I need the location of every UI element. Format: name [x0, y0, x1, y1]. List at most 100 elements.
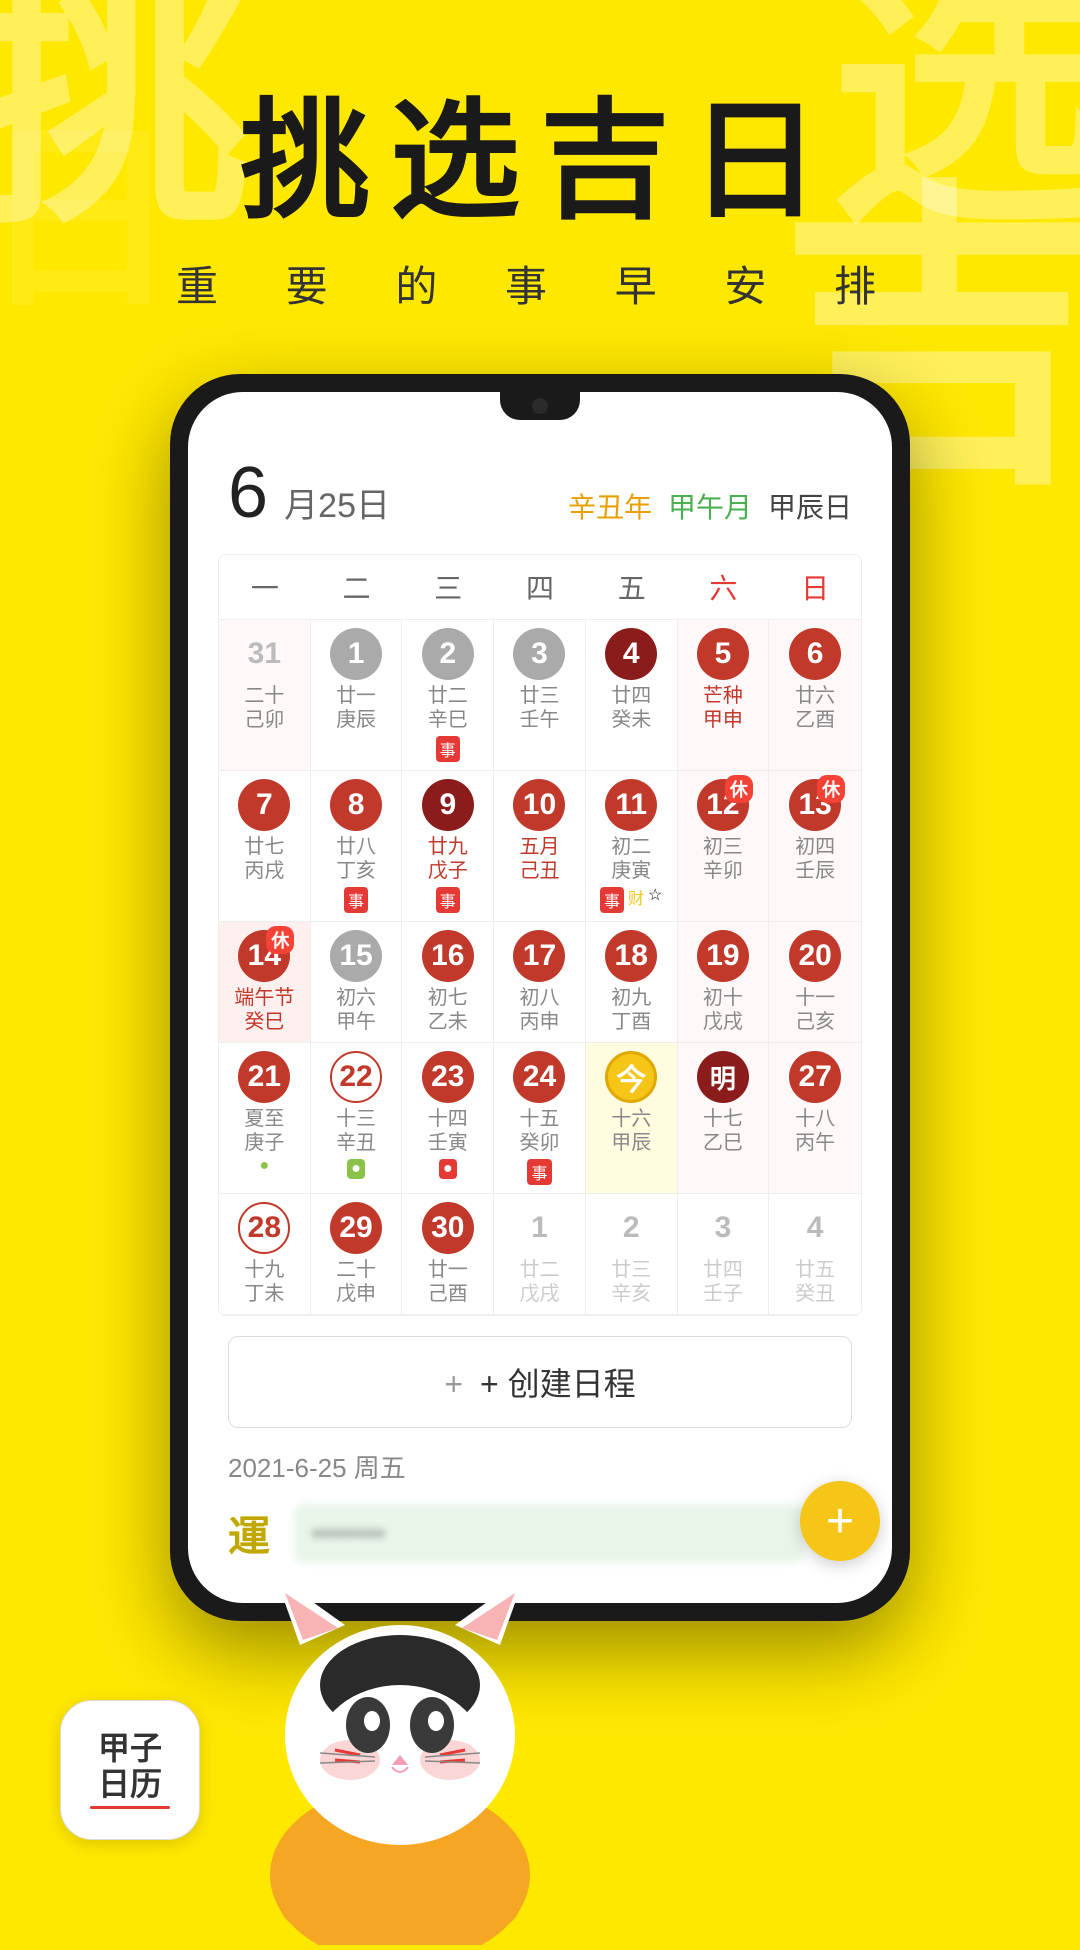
cal-cell-16[interactable]: 16 初七乙未 — [402, 922, 494, 1043]
weekday-headers: 一 二 三 四 五 六 日 — [219, 555, 861, 620]
day-5-lunar: 芒种甲申 — [703, 684, 743, 732]
day-24-badge: 事 — [527, 1159, 551, 1185]
cal-cell-19[interactable]: 19 初十戊戌 — [678, 922, 770, 1043]
day-18-lunar: 初九丁酉 — [611, 986, 651, 1034]
cal-cell-27[interactable]: 27 十八丙午 — [769, 1043, 861, 1194]
headline: 挑选吉日 重 要 的 事 早 安 排 — [176, 90, 904, 314]
day-9-lunar: 廿九戊子 — [428, 835, 468, 883]
cal-cell-23[interactable]: 23 十四壬寅 ● — [402, 1043, 494, 1194]
day-2-lunar: 廿二辛巳 — [428, 684, 468, 732]
lunar-info: 辛丑年 甲午月 甲辰日 — [568, 486, 852, 526]
day-24: 24 — [513, 1051, 565, 1103]
day-6-lunar: 廿六乙酉 — [795, 684, 835, 732]
phone-mockup: 6 月25日 辛丑年 甲午月 甲辰日 一 — [170, 374, 910, 1621]
cal-cell-next-2[interactable]: 2 廿三辛亥 — [586, 1194, 678, 1315]
cal-cell-22[interactable]: 22 十三辛丑 ● — [311, 1043, 403, 1194]
day-19-lunar: 初十戊戌 — [703, 986, 743, 1034]
cal-cell-2[interactable]: 2 廿二辛巳 事 — [402, 620, 494, 771]
day-10-lunar: 五月己丑 — [519, 835, 559, 883]
cal-cell-21[interactable]: 21 夏至庚子 ● — [219, 1043, 311, 1194]
cal-cell-11[interactable]: 11 初二庚寅 事 财 ☆ — [586, 771, 678, 922]
day-18: 18 — [605, 930, 657, 982]
cal-cell-18[interactable]: 18 初九丁酉 — [586, 922, 678, 1043]
day-next-1: 1 — [513, 1202, 565, 1254]
day-1-lunar: 廿一庚辰 — [336, 684, 376, 732]
day-14-holiday-badge: 休 — [266, 926, 294, 954]
day-28-lunar: 十九丁未 — [244, 1258, 284, 1306]
day-12: 12 休 — [697, 779, 749, 831]
cal-cell-17[interactable]: 17 初八丙申 — [494, 922, 586, 1043]
day-9: 9 — [422, 779, 474, 831]
weekday-mon: 一 — [219, 555, 311, 619]
cal-cell-next-4[interactable]: 4 廿五癸丑 — [769, 1194, 861, 1315]
day-14: 14 休 — [238, 930, 290, 982]
cal-cell-31[interactable]: 31 二十己卯 — [219, 620, 311, 771]
weekday-thu: 四 — [494, 555, 586, 619]
day-8-badge: 事 — [344, 887, 368, 913]
camera-icon — [532, 398, 548, 414]
day-8-lunar: 廿八丁亥 — [336, 835, 376, 883]
cal-cell-13[interactable]: 13 休 初四壬辰 — [769, 771, 861, 922]
day-23-badge: ● — [439, 1159, 457, 1179]
day-21-lunar: 夏至庚子 — [244, 1107, 284, 1155]
app-icon[interactable]: 甲子 日历 — [60, 1700, 200, 1840]
calendar-grid: 一 二 三 四 五 六 日 3 1 — [218, 554, 862, 1316]
day-22: 22 — [330, 1051, 382, 1103]
app-icon-decoration — [90, 1806, 170, 1809]
day-next-3-lunar: 廿四壬子 — [703, 1258, 743, 1306]
day-13-holiday-badge: 休 — [817, 775, 845, 803]
cal-cell-8[interactable]: 8 廿八丁亥 事 — [311, 771, 403, 922]
day-4: 4 — [605, 628, 657, 680]
day-27-lunar: 十八丙午 — [795, 1107, 835, 1155]
weekday-fri: 五 — [586, 555, 678, 619]
day-30: 30 — [422, 1202, 474, 1254]
day-20-lunar: 十一己亥 — [795, 986, 835, 1034]
create-schedule-button[interactable]: + + 创建日程 — [228, 1336, 852, 1428]
lunar-day: 甲辰日 — [768, 486, 852, 526]
cal-cell-30[interactable]: 30 廿一己酉 — [402, 1194, 494, 1315]
cal-cell-25-today[interactable]: 今 十六甲辰 — [586, 1043, 678, 1194]
cal-cell-6[interactable]: 6 廿六乙酉 — [769, 620, 861, 771]
cal-cell-28[interactable]: 28 十九丁未 — [219, 1194, 311, 1315]
plus-icon: + — [444, 1366, 463, 1402]
cal-cell-29[interactable]: 29 二十戊申 — [311, 1194, 403, 1315]
day-30-lunar: 廿一己酉 — [428, 1258, 468, 1306]
cal-cell-14[interactable]: 14 休 端午节癸巳 — [219, 922, 311, 1043]
cal-cell-next-1[interactable]: 1 廿二戊戌 — [494, 1194, 586, 1315]
day-next-2: 2 — [605, 1202, 657, 1254]
day-27: 27 — [789, 1051, 841, 1103]
day-6: 6 — [789, 628, 841, 680]
day-25-today: 今 — [605, 1051, 657, 1103]
cal-cell-24[interactable]: 24 十五癸卯 事 — [494, 1043, 586, 1194]
cal-cell-5[interactable]: 5 芒种甲申 — [678, 620, 770, 771]
day-8: 8 — [330, 779, 382, 831]
day-1: 1 — [330, 628, 382, 680]
current-date: 6 月25日 — [228, 452, 390, 534]
day-next-3: 3 — [697, 1202, 749, 1254]
cal-cell-20[interactable]: 20 十一己亥 — [769, 922, 861, 1043]
cal-cell-12[interactable]: 12 休 初三辛卯 — [678, 771, 770, 922]
screen-content: 6 月25日 辛丑年 甲午月 甲辰日 一 — [188, 392, 892, 1603]
day-3: 3 — [513, 628, 565, 680]
weekday-sun: 日 — [769, 555, 861, 619]
day-13: 13 休 — [789, 779, 841, 831]
cal-cell-next-3[interactable]: 3 廿四壬子 — [678, 1194, 770, 1315]
day-17: 17 — [513, 930, 565, 982]
day-19: 19 — [697, 930, 749, 982]
weekday-sat: 六 — [678, 555, 770, 619]
cal-cell-4[interactable]: 4 廿四癸未 — [586, 620, 678, 771]
cal-cell-26[interactable]: 明 十七乙巳 — [678, 1043, 770, 1194]
day-28: 28 — [238, 1202, 290, 1254]
cal-cell-9[interactable]: 9 廿九戊子 事 — [402, 771, 494, 922]
day-22-badge: ● — [347, 1159, 365, 1179]
phone-notch — [500, 392, 580, 420]
cal-cell-1[interactable]: 1 廿一庚辰 — [311, 620, 403, 771]
cal-cell-10[interactable]: 10 五月己丑 — [494, 771, 586, 922]
cal-cell-15[interactable]: 15 初六甲午 — [311, 922, 403, 1043]
cal-cell-3[interactable]: 3 廿三壬午 — [494, 620, 586, 771]
fab-add-button[interactable]: + — [800, 1481, 880, 1561]
day-17-lunar: 初八丙申 — [519, 986, 559, 1034]
day-23-lunar: 十四壬寅 — [428, 1107, 468, 1155]
lunar-month: 甲午月 — [668, 486, 752, 526]
cal-cell-7[interactable]: 7 廿七丙戌 — [219, 771, 311, 922]
